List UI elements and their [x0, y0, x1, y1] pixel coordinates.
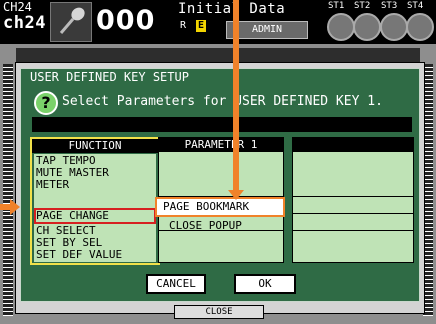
st1-knob-icon[interactable]	[327, 13, 355, 41]
parameter-item-close-popup[interactable]: CLOSE POPUP	[169, 220, 242, 232]
function-item-meter[interactable]: METER	[36, 179, 69, 190]
scene-title: Initial Data	[178, 1, 286, 17]
parameter-2-divider-1	[293, 196, 413, 197]
callout-arrow-head-down-icon	[228, 190, 244, 200]
top-status-bar: CH24 ch24 000 Initial Data R E ADMIN ST1…	[0, 0, 436, 44]
microphone-icon	[50, 2, 92, 42]
close-button[interactable]: CLOSE	[174, 305, 264, 319]
function-item-mute-master[interactable]: MUTE MASTER	[36, 167, 109, 178]
callout-arrow-head-right-icon	[10, 199, 20, 215]
st3-label: ST3	[381, 1, 398, 11]
parameter-2-list	[292, 137, 414, 263]
st2-label: ST2	[354, 1, 371, 11]
dialog-title: USER DEFINED KEY SETUP	[30, 70, 189, 84]
parameter-item-page-bookmark[interactable]: PAGE BOOKMARK	[163, 201, 249, 213]
parameter-2-header	[293, 138, 413, 152]
scene-flag-e: E	[196, 20, 206, 32]
st3-knob-icon[interactable]	[380, 13, 408, 41]
ok-button[interactable]: OK	[234, 274, 296, 294]
help-icon: ?	[34, 91, 58, 115]
assignment-display-bar	[32, 117, 412, 132]
channel-name[interactable]: ch24	[3, 14, 46, 32]
st4-label: ST4	[407, 1, 424, 11]
function-list: FUNCTION TAP TEMPO MUTE MASTER METER PAG…	[30, 137, 160, 265]
parameter-header: PARAMETER 1	[159, 138, 283, 152]
left-scroll-strip	[3, 64, 13, 316]
function-header: FUNCTION	[32, 139, 158, 153]
function-item-set-def-value[interactable]: SET DEF VALUE	[36, 249, 122, 260]
channel-id: CH24	[3, 0, 32, 14]
function-item-ch-select[interactable]: CH SELECT	[36, 225, 96, 236]
callout-arrow-vertical	[233, 0, 239, 196]
st2-knob-icon[interactable]	[353, 13, 381, 41]
scene-number[interactable]: 000	[96, 4, 166, 38]
function-item-set-by-sel[interactable]: SET BY SEL	[36, 237, 102, 248]
dialog-prompt: Select Parameters for USER DEFINED KEY 1…	[62, 94, 383, 109]
st1-label: ST1	[328, 1, 345, 11]
background-title-strip	[16, 48, 420, 62]
st4-knob-icon[interactable]	[406, 13, 434, 41]
function-item-tap-tempo[interactable]: TAP TEMPO	[36, 155, 96, 166]
parameter-selection-frame[interactable]: PAGE BOOKMARK	[155, 197, 285, 217]
scene-flag-r: R	[180, 20, 187, 31]
cancel-button[interactable]: CANCEL	[146, 274, 206, 294]
parameter-2-divider-3	[293, 230, 413, 231]
function-item-page-change[interactable]: PAGE CHANGE	[36, 210, 109, 221]
parameter-2-divider-2	[293, 213, 413, 214]
